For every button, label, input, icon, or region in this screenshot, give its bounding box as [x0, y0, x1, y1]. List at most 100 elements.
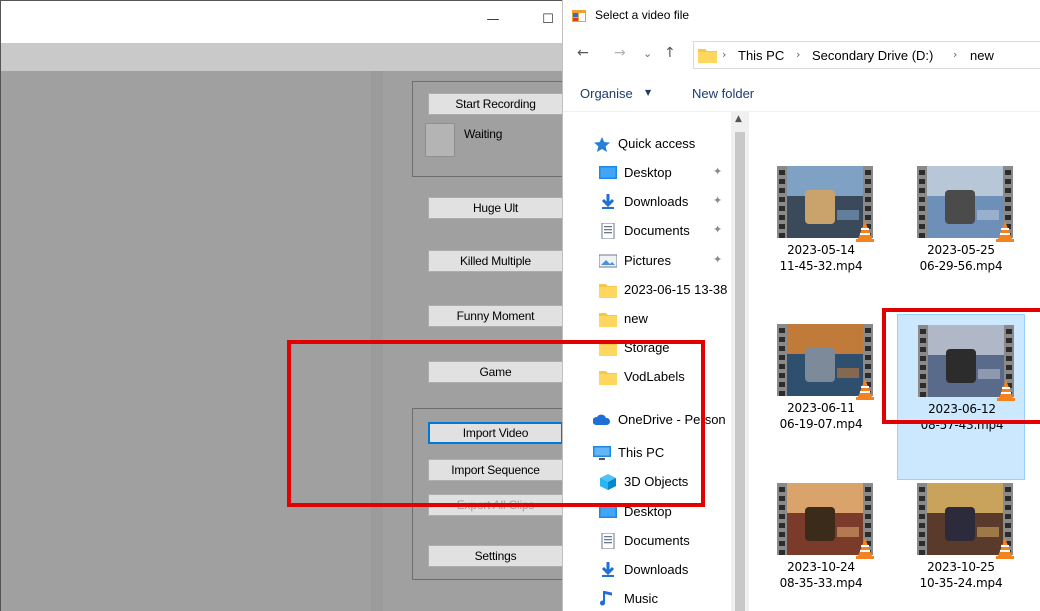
nav-item-label: Documents [624, 533, 690, 548]
file-list: 2023-05-14 11-45-32.mp4 2023-05-25 06-29-56… [749, 112, 1040, 611]
video-file-tile[interactable]: 2023-10-24 08-35-33.mp4 [757, 483, 885, 611]
vlc-icon [856, 538, 874, 559]
video-file-tile[interactable]: 2023-06-12 08-57-43.mp4 [897, 314, 1025, 480]
video-file-tile[interactable]: 2023-05-14 11-45-32.mp4 [757, 166, 885, 308]
nav-item-label: Music [624, 591, 658, 606]
nav-item-label: Documents [624, 223, 690, 238]
killed-multiple-button[interactable]: Killed Multiple [428, 250, 563, 272]
cube-icon [600, 474, 616, 490]
pin-icon[interactable]: ✦ [713, 223, 722, 236]
start-recording-button[interactable]: Start Recording [428, 93, 563, 115]
nav-item-label: Desktop [624, 504, 672, 519]
folder-icon [599, 371, 617, 385]
nav-item-2023-06-15-13-38[interactable]: 2023-06-15 13-38 [563, 276, 731, 304]
folder-icon [599, 342, 617, 356]
nav-item-label: This PC [618, 445, 665, 460]
folder-icon [599, 313, 617, 327]
video-thumbnail [777, 483, 874, 559]
forward-arrow-icon[interactable]: → [614, 45, 626, 61]
nav-item-label: Storage [624, 340, 670, 355]
nav-item-documents[interactable]: Documents [563, 527, 731, 555]
computer-icon [593, 446, 611, 460]
vlc-icon [856, 379, 874, 400]
breadcrumb-this-pc[interactable]: This PC [738, 48, 784, 63]
nav-item-desktop[interactable]: Desktop [563, 498, 731, 526]
pin-icon[interactable]: ✦ [713, 253, 722, 266]
import-sequence-button[interactable]: Import Sequence [428, 459, 563, 481]
funny-moment-button[interactable]: Funny Moment [428, 305, 563, 327]
settings-button[interactable]: Settings [428, 545, 563, 567]
nav-item-desktop[interactable]: Desktop ✦ [563, 159, 731, 187]
folder-icon [698, 49, 717, 63]
nav-item-storage[interactable]: Storage [563, 334, 731, 362]
nav-item-onedrive-person[interactable]: OneDrive - Person [563, 406, 731, 434]
video-thumbnail [917, 483, 1014, 559]
maximize-icon[interactable]: ☐ [541, 13, 555, 27]
dialog-title: Select a video file [595, 8, 690, 22]
scroll-up-icon[interactable]: ▲ [735, 114, 742, 124]
dialog-titlebar: Select a video file [563, 0, 1040, 34]
video-thumbnail [777, 166, 874, 242]
document-icon [601, 223, 615, 239]
desktop-icon [599, 166, 617, 179]
address-bar[interactable]: › This PC › Secondary Drive (D:) › new [693, 41, 1040, 69]
folder-icon [599, 284, 617, 298]
nav-item-label: new [624, 311, 648, 326]
breadcrumb-separator-icon: › [722, 48, 727, 61]
huge-ult-button[interactable]: Huge Ult [428, 197, 563, 219]
nav-item-label: 3D Objects [624, 474, 689, 489]
chevron-down-icon: ▼ [645, 88, 652, 97]
navigation-scrollbar[interactable]: ▲ [731, 112, 749, 611]
scrollbar-thumb[interactable] [735, 132, 745, 611]
file-name: 2023-06-12 08-57-43.mp4 [920, 402, 1004, 432]
navigation-pane: ▲ Quick access Desktop ✦ Downloads ✦ Document… [563, 112, 749, 611]
download-icon [601, 194, 615, 209]
dialog-navbar: ← → ⌄ ↑ › This PC › Secondary Drive (D:)… [563, 34, 1040, 76]
import-video-button[interactable]: Import Video [428, 422, 563, 444]
video-file-tile[interactable]: 2023-10-25 10-35-24.mp4 [897, 483, 1025, 611]
file-dialog: Select a video file ← → ⌄ ↑ › This PC › … [562, 0, 1040, 611]
nav-item-documents[interactable]: Documents ✦ [563, 217, 731, 245]
nav-item-new[interactable]: new [563, 305, 731, 333]
pin-icon[interactable]: ✦ [713, 194, 722, 207]
up-arrow-icon[interactable]: ↑ [664, 45, 676, 61]
game-button[interactable]: Game [428, 361, 563, 383]
breadcrumb-secondary-drive[interactable]: Secondary Drive (D:) [812, 48, 933, 63]
nav-item-music[interactable]: Music [563, 585, 731, 611]
video-file-tile[interactable]: 2023-06-11 06-19-07.mp4 [757, 324, 885, 466]
star-icon [594, 137, 610, 152]
nav-item-downloads[interactable]: Downloads ✦ [563, 188, 731, 216]
nav-item-quick-access[interactable]: Quick access [563, 130, 731, 158]
organise-button[interactable]: Organise [580, 86, 633, 101]
vlc-icon [856, 221, 874, 242]
back-arrow-icon[interactable]: ← [577, 45, 589, 61]
minimize-icon[interactable]: — [486, 13, 500, 27]
pin-icon[interactable]: ✦ [713, 165, 722, 178]
export-all-clips-button[interactable]: Export All Clips [428, 494, 563, 516]
video-thumbnail [917, 166, 1014, 242]
music-icon [600, 591, 612, 606]
video-thumbnail [777, 324, 874, 400]
recent-locations-icon[interactable]: ⌄ [643, 47, 652, 60]
dialog-app-icon [572, 10, 586, 22]
desktop-icon [599, 505, 617, 518]
nav-item-this-pc[interactable]: This PC [563, 439, 731, 467]
vlc-icon [996, 538, 1014, 559]
vlc-icon [996, 221, 1014, 242]
nav-item-vodlabels[interactable]: VodLabels [563, 363, 731, 391]
breadcrumb-new[interactable]: new [970, 48, 994, 63]
new-folder-button[interactable]: New folder [692, 86, 754, 101]
nav-item-pictures[interactable]: Pictures ✦ [563, 247, 731, 275]
nav-item-label: Desktop [624, 165, 672, 180]
app-window: — ☐ Start Recording Waiting Huge Ult Kil… [0, 0, 563, 611]
panel-divider[interactable] [371, 71, 383, 611]
app-menustrip [1, 43, 563, 71]
video-thumbnail [918, 325, 1015, 401]
nav-item-3d-objects[interactable]: 3D Objects [563, 468, 731, 496]
nav-item-label: Pictures [624, 253, 671, 268]
app-titlebar: — ☐ [1, 0, 563, 43]
nav-item-downloads[interactable]: Downloads [563, 556, 731, 584]
video-file-tile[interactable]: 2023-05-25 06-29-56.mp4 [897, 166, 1025, 308]
nav-item-label: 2023-06-15 13-38 [624, 282, 728, 297]
vlc-icon [997, 380, 1015, 401]
